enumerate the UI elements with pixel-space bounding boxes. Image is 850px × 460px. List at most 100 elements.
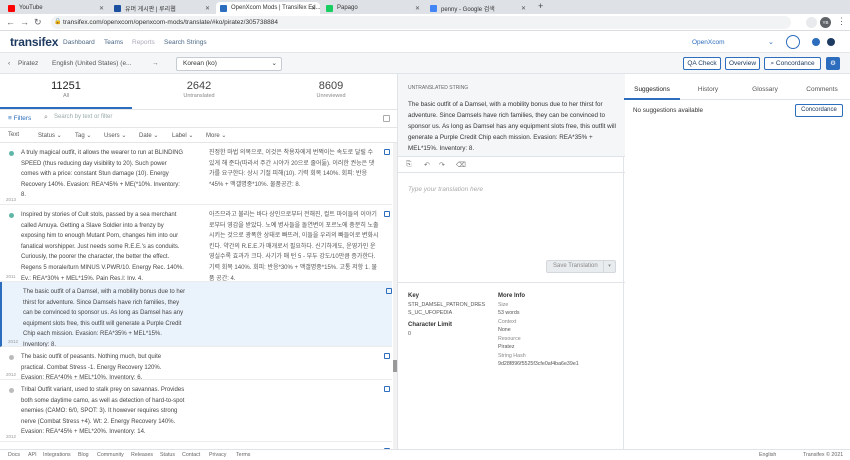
translation-text: 진정한 마법 의복으로, 이것은 착용자에게 번쩍이는 속도로 달릴 수 있게 … (209, 150, 375, 188)
settings-gear-icon[interactable]: ⚙ (826, 57, 840, 70)
chevron-down-icon[interactable]: ▾ (603, 261, 615, 272)
source-text: The basic outfit of a Damsel, with a mob… (23, 289, 186, 348)
stat-unreviewed[interactable]: 8609 Unreviewed (265, 80, 397, 99)
stat-untranslated[interactable]: 2642 Untranslated (133, 80, 265, 99)
qa-check-button[interactable]: QA Check (683, 57, 721, 70)
reload-icon[interactable]: ↻ (34, 17, 42, 28)
string-row[interactable]: Tribal Outfit variant, used to stalk pre… (0, 380, 392, 442)
row-checkbox[interactable] (386, 288, 392, 294)
nav-dashboard[interactable]: Dashboard (63, 39, 95, 46)
footer-link[interactable]: Integrations (43, 452, 71, 458)
overview-button[interactable]: Overview (725, 57, 760, 70)
tab-suggestions[interactable]: Suggestions (624, 86, 680, 93)
copyright: Transifex © 2021 (803, 452, 844, 458)
footer-link[interactable]: Releases (131, 452, 153, 458)
concordance-button[interactable]: ⌕ Concordance (764, 57, 821, 70)
row-checkbox[interactable] (384, 149, 390, 155)
notifications-icon[interactable] (827, 38, 835, 46)
translation-input[interactable]: Type your translation here (408, 186, 483, 193)
tab-glossary[interactable]: Glossary (737, 86, 793, 93)
browser-tab[interactable]: YouTube ✕ (4, 2, 108, 14)
arrow-right-icon: → (152, 60, 159, 67)
status-dot (9, 151, 14, 156)
profile-avatar[interactable]: YB (820, 17, 831, 28)
help-icon[interactable] (812, 38, 820, 46)
browser-tab-label: penny - Google 검색 (441, 6, 495, 13)
footer-link[interactable]: Terms (236, 452, 250, 458)
project-back-link[interactable]: Piratez (18, 60, 38, 67)
stat-all[interactable]: 11251 All (0, 80, 132, 99)
column-status[interactable]: Status ⌄ (38, 132, 62, 139)
column-tag[interactable]: Tag ⌄ (75, 132, 91, 139)
copy-source-icon[interactable]: ⎘ (406, 161, 412, 169)
character-limit: Character Limit 0 (408, 322, 453, 337)
close-tab-icon[interactable]: ✕ (311, 5, 316, 12)
browser-tab[interactable]: penny - Google 검색 ✕ (426, 2, 530, 14)
new-tab-button[interactable]: + (538, 1, 543, 11)
browser-tab[interactable]: Papago ✕ (322, 2, 424, 14)
close-tab-icon[interactable]: ✕ (205, 5, 210, 12)
back-chevron-icon[interactable]: ‹ (8, 60, 10, 67)
browser-tab-label: Papago (337, 5, 358, 11)
nav-search-strings[interactable]: Search Strings (164, 39, 207, 46)
filter-icon: ≡ (8, 115, 12, 122)
close-tab-icon[interactable]: ✕ (521, 5, 526, 12)
footer-link[interactable]: Docs (8, 452, 20, 458)
back-arrow-icon[interactable]: ← (6, 17, 15, 27)
close-tab-icon[interactable]: ✕ (415, 5, 420, 12)
string-row[interactable]: The basic outfit of peasants. Nothing mu… (0, 347, 392, 381)
organization-selector[interactable]: OpenXcom (692, 39, 725, 46)
close-tab-icon[interactable]: ✕ (99, 5, 104, 12)
browser-tab-strip: YouTube ✕ 유머 게시판 | 루리웹 ✕ OpenXcom Mods | Tra… (0, 0, 850, 14)
string-row[interactable]: Inspired by stories of Cult stols, passe… (0, 205, 392, 282)
string-row[interactable]: The basic outfit of a Damsel, with a mob… (0, 282, 392, 348)
redo-icon[interactable]: ↷ (439, 161, 445, 169)
forward-arrow-icon[interactable]: → (20, 17, 29, 27)
browser-tab[interactable]: 유머 게시판 | 루리웹 ✕ (110, 2, 214, 14)
column-date[interactable]: Date ⌄ (139, 132, 158, 139)
column-users[interactable]: Users ⌄ (104, 132, 126, 139)
row-checkbox[interactable] (384, 211, 390, 217)
browser-tab[interactable]: OpenXcom Mods | Transifex Ed... ✕ (216, 2, 320, 14)
chevron-down-icon[interactable]: ⌄ (768, 38, 774, 46)
column-label[interactable]: Label ⌄ (172, 132, 193, 139)
row-number: 2011 (6, 274, 16, 279)
row-checkbox[interactable] (384, 386, 390, 392)
source-text: The basic outfit of peasants. Nothing mu… (21, 354, 162, 382)
source-string-panel: UNTRANSLATED STRING The basic outfit of … (398, 74, 625, 156)
footer-link[interactable]: Status (160, 452, 175, 458)
clear-icon[interactable]: ⌫ (456, 161, 466, 169)
column-more[interactable]: More ⌄ (206, 132, 226, 139)
save-translation-button[interactable]: Save Translation ▾ (546, 260, 616, 273)
url-field[interactable]: 🔒 transifex.com/openxcom/openxcom-mods/t… (51, 16, 791, 29)
user-avatar-icon[interactable] (786, 35, 800, 49)
row-checkbox[interactable] (384, 353, 390, 359)
footer-link[interactable]: Community (97, 452, 124, 458)
footer-link[interactable]: Privacy (209, 452, 226, 458)
tab-history[interactable]: History (680, 86, 736, 93)
nav-teams[interactable]: Teams (104, 39, 123, 46)
footer-link[interactable]: Contact (182, 452, 200, 458)
column-text[interactable]: Text (8, 132, 19, 138)
transifex-logo[interactable]: transifex (10, 35, 58, 49)
footer-link[interactable]: API (28, 452, 37, 458)
filters-button[interactable]: ≡ Filters (8, 115, 31, 122)
footer-link[interactable]: Blog (78, 452, 89, 458)
menu-dots-icon[interactable]: ⋮ (837, 16, 846, 27)
select-all-checkbox[interactable] (383, 115, 390, 122)
string-list: A truly magical outfit, it allows the we… (0, 143, 397, 449)
string-row[interactable]: A truly magical outfit, it allows the we… (0, 143, 392, 205)
editor-tools: ⎘ ↶ ↷ ⌫ (398, 156, 625, 173)
nav-reports[interactable]: Reports (132, 39, 155, 46)
undo-icon[interactable]: ↶ (424, 161, 430, 169)
target-language-select[interactable]: Korean (ko) ⌄ (176, 57, 282, 71)
concordance-search-button[interactable]: Concordance (795, 104, 843, 117)
search-icon: ⌕ (44, 114, 48, 121)
tab-comments[interactable]: Comments (794, 86, 850, 93)
string-row[interactable]: A light armor that substantially increas… (0, 442, 392, 449)
extension-icon[interactable] (806, 17, 817, 28)
row-number: 2012 (8, 339, 19, 344)
search-input[interactable]: ⌕ Search by text or filter (44, 114, 370, 125)
language-selector[interactable]: English (759, 452, 776, 458)
favicon-icon (430, 4, 437, 12)
